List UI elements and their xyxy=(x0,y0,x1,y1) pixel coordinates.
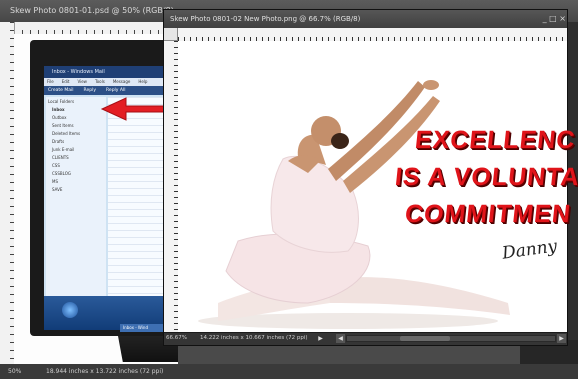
mail-toolbar-item: Reply xyxy=(83,88,96,93)
horizontal-scrollbar[interactable] xyxy=(346,335,556,342)
ruler-origin[interactable] xyxy=(164,28,178,41)
back-document-size: 18.944 inches x 13.722 inches (72 ppi) xyxy=(46,368,164,375)
mail-folder-pane: Local Folders Inbox Outbox Sent Items De… xyxy=(46,97,106,307)
poster-text-line: EXCELLENC xyxy=(413,126,577,154)
scroll-left-icon[interactable]: ◀ xyxy=(336,334,345,343)
scroll-right-icon[interactable]: ▶ xyxy=(557,334,566,343)
scrollbar-thumb[interactable] xyxy=(400,336,450,341)
window-controls[interactable]: _ □ × xyxy=(520,10,566,28)
mail-folder: Sent Items xyxy=(52,123,74,128)
poster-text-line: COMMITMEN xyxy=(403,200,573,228)
mail-menu-item: Tools xyxy=(94,79,105,84)
back-zoom-level[interactable]: 50% xyxy=(8,364,38,379)
mail-folder: Outbox xyxy=(52,115,67,120)
mail-menu-item: View xyxy=(77,79,87,84)
front-zoom-level[interactable]: 66.67% xyxy=(166,332,196,345)
mail-toolbar-item: Create Mail xyxy=(48,88,74,93)
front-window-title[interactable]: Skew Photo 0801-02 New Photo.png @ 66.7%… xyxy=(164,10,567,28)
mail-menu-item: File xyxy=(47,79,54,84)
mail-folder: Deleted Items xyxy=(52,131,81,136)
back-vertical-ruler xyxy=(0,22,15,364)
mail-menu-item: Edit xyxy=(61,79,70,84)
mail-folder: CLIENTS xyxy=(52,155,69,160)
mail-folder: Junk E-mail xyxy=(52,147,75,152)
mail-folder: CSS xyxy=(52,163,60,168)
mail-menu-item: Help xyxy=(138,79,148,84)
mail-folder: CSSBLOG xyxy=(52,171,71,176)
mail-folder: MS xyxy=(52,179,58,184)
front-horizontal-ruler[interactable] xyxy=(178,28,567,42)
mail-menu-item: Message xyxy=(112,79,131,84)
front-document-size: 14.222 inches x 10.667 inches (72 ppi) xyxy=(200,335,308,341)
windows-start-icon xyxy=(62,302,78,318)
status-menu-arrow-icon[interactable]: ▶ xyxy=(316,334,325,343)
mail-toolbar-item: Reply All xyxy=(106,88,126,93)
poster-text-line: IS A VOLUNTA xyxy=(393,163,578,191)
mail-folder: Inbox xyxy=(52,107,65,112)
mail-folder: Drafts xyxy=(52,139,65,144)
front-vertical-ruler[interactable] xyxy=(164,41,179,332)
mail-toolbar: Create Mail Reply Reply All xyxy=(44,86,178,95)
right-gutter xyxy=(568,22,578,364)
mail-folder: SAVE xyxy=(52,187,63,192)
mail-folder: Local Folders xyxy=(48,99,75,104)
mail-app-title: Inbox - Windows Mail xyxy=(44,66,178,78)
mail-menu-bar: File Edit View Tools Message Help xyxy=(44,78,178,86)
